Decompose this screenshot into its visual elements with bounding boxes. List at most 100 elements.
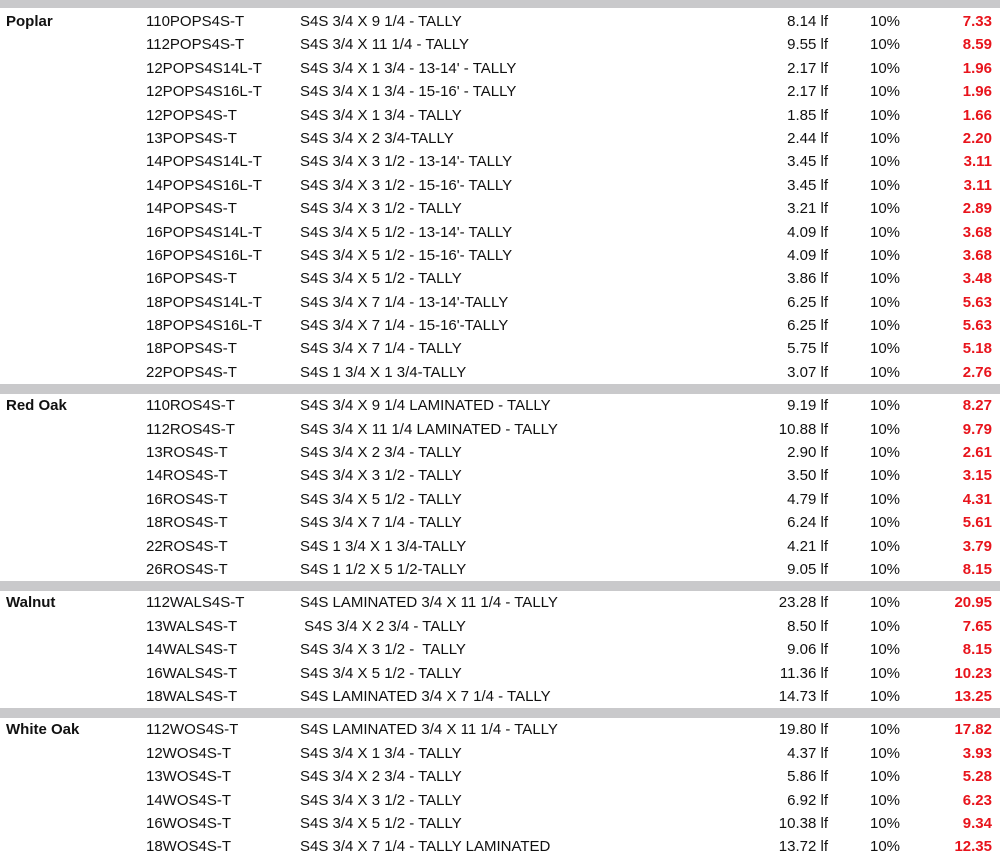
sale-price: 2.20 bbox=[962, 129, 992, 147]
category-label: Walnut bbox=[6, 594, 56, 612]
product-code: 14POPS4S16L-T bbox=[146, 176, 262, 194]
sale-price: 5.61 bbox=[962, 514, 992, 532]
sale-price: 13.25 bbox=[954, 687, 992, 705]
linear-foot-price: 6.24 lf bbox=[787, 514, 828, 532]
sale-price: 10.23 bbox=[954, 664, 992, 682]
table-row: 18WOS4S-T S4S 3/4 X 7 1/4 - TALLY LAMINAT… bbox=[0, 835, 1000, 858]
linear-foot-price: 23.28 lf bbox=[778, 594, 828, 612]
product-code: 18POPS4S16L-T bbox=[146, 317, 262, 335]
linear-foot-price: 2.90 lf bbox=[787, 444, 828, 462]
discount-percent: 10% bbox=[870, 594, 901, 612]
product-code: 13ROS4S-T bbox=[146, 444, 228, 462]
product-description: S4S 3/4 X 5 1/2 - 15-16'- TALLY bbox=[300, 246, 513, 264]
discount-percent: 10% bbox=[870, 444, 901, 462]
section-white-oak: White Oak 112WOS4S-T S4S LAMINATED 3/4 X 1… bbox=[0, 718, 1000, 858]
product-description: S4S 3/4 X 2 3/4 - TALLY bbox=[300, 768, 462, 786]
linear-foot-price: 6.25 lf bbox=[787, 317, 828, 335]
product-code: 22POPS4S-T bbox=[146, 363, 237, 381]
product-code: 12WOS4S-T bbox=[146, 744, 232, 762]
table-row: 18WALS4S-T S4S LAMINATED 3/4 X 7 1/4 - TA… bbox=[0, 685, 1000, 708]
discount-percent: 10% bbox=[870, 176, 901, 194]
sale-price: 1.66 bbox=[962, 106, 992, 124]
category-label: Poplar bbox=[6, 13, 53, 30]
product-description: S4S 1 1/2 X 5 1/2-TALLY bbox=[300, 560, 467, 578]
product-description: S4S 3/4 X 1 3/4 - 13-14' - TALLY bbox=[300, 59, 517, 77]
table-row: 12WOS4S-T S4S 3/4 X 1 3/4 - TALLY 4.37 lf 1… bbox=[0, 742, 1000, 765]
linear-foot-price: 9.55 lf bbox=[787, 36, 828, 54]
discount-percent: 10% bbox=[870, 687, 901, 705]
product-code: 16WOS4S-T bbox=[146, 814, 232, 832]
table-row: 16POPS4S16L-T S4S 3/4 X 5 1/2 - 15-16'- T… bbox=[0, 244, 1000, 267]
product-code: 16POPS4S-T bbox=[146, 270, 237, 288]
linear-foot-price: 3.50 lf bbox=[787, 467, 828, 485]
linear-foot-price: 6.92 lf bbox=[787, 791, 828, 809]
linear-foot-price: 4.37 lf bbox=[787, 744, 828, 762]
section-divider bbox=[0, 708, 1000, 719]
sale-price: 8.59 bbox=[962, 36, 992, 54]
product-code: 14WALS4S-T bbox=[146, 641, 238, 659]
linear-foot-price: 8.50 lf bbox=[787, 617, 828, 635]
linear-foot-price: 8.14 lf bbox=[787, 13, 828, 30]
sale-price: 1.96 bbox=[962, 83, 992, 101]
discount-percent: 10% bbox=[870, 617, 901, 635]
product-description: S4S 3/4 X 11 1/4 - TALLY bbox=[300, 36, 469, 54]
table-row: White Oak 112WOS4S-T S4S LAMINATED 3/4 X 1… bbox=[0, 718, 1000, 741]
sale-price: 3.11 bbox=[963, 153, 992, 171]
linear-foot-price: 4.09 lf bbox=[787, 223, 828, 241]
discount-percent: 10% bbox=[870, 814, 901, 832]
discount-percent: 10% bbox=[870, 317, 901, 335]
product-code: 112POPS4S-T bbox=[146, 36, 245, 54]
table-row: 16POPS4S-T S4S 3/4 X 5 1/2 - TALLY 3.86 lf… bbox=[0, 267, 1000, 290]
sale-price: 7.33 bbox=[962, 13, 992, 30]
section-poplar: Poplar 110POPS4S-T S4S 3/4 X 9 1/4 - TALLY… bbox=[0, 10, 1000, 384]
product-code: 112ROS4S-T bbox=[146, 420, 235, 438]
product-code: 26ROS4S-T bbox=[146, 560, 228, 578]
linear-foot-price: 10.88 lf bbox=[778, 420, 828, 438]
product-description: S4S 3/4 X 5 1/2 - TALLY bbox=[300, 270, 462, 288]
discount-percent: 10% bbox=[870, 270, 901, 288]
linear-foot-price: 9.19 lf bbox=[787, 397, 828, 415]
discount-percent: 10% bbox=[870, 537, 901, 555]
table-row: Red Oak 110ROS4S-T S4S 3/4 X 9 1/4 LAMINAT… bbox=[0, 394, 1000, 417]
table-row: 14ROS4S-T S4S 3/4 X 3 1/2 - TALLY 3.50 lf 1… bbox=[0, 464, 1000, 487]
table-row: 16ROS4S-T S4S 3/4 X 5 1/2 - TALLY 4.79 lf 1… bbox=[0, 488, 1000, 511]
table-row: 18POPS4S-T S4S 3/4 X 7 1/4 - TALLY 5.75 lf… bbox=[0, 337, 1000, 360]
discount-percent: 10% bbox=[870, 223, 901, 241]
sale-price: 5.28 bbox=[962, 768, 992, 786]
table-row: Walnut 112WALS4S-T S4S LAMINATED 3/4 X 11 … bbox=[0, 591, 1000, 614]
linear-foot-price: 2.17 lf bbox=[787, 59, 828, 77]
linear-foot-price: 9.05 lf bbox=[787, 560, 828, 578]
discount-percent: 10% bbox=[870, 363, 901, 381]
product-description: S4S 3/4 X 9 1/4 LAMINATED - TALLY bbox=[300, 397, 551, 415]
discount-percent: 10% bbox=[870, 36, 901, 54]
table-row: 13WOS4S-T S4S 3/4 X 2 3/4 - TALLY 5.86 lf 1… bbox=[0, 765, 1000, 788]
discount-percent: 10% bbox=[870, 340, 901, 358]
product-code: 18WOS4S-T bbox=[146, 838, 232, 856]
product-description: S4S 3/4 X 7 1/4 - TALLY bbox=[300, 340, 462, 358]
discount-percent: 10% bbox=[870, 129, 901, 147]
product-code: 14WOS4S-T bbox=[146, 791, 232, 809]
sale-price: 2.61 bbox=[962, 444, 992, 462]
table-row: Poplar 110POPS4S-T S4S 3/4 X 9 1/4 - TALLY… bbox=[0, 10, 1000, 33]
product-description: S4S 3/4 X 9 1/4 - TALLY bbox=[300, 13, 462, 30]
sale-price: 4.31 bbox=[962, 490, 992, 508]
product-code: 13WOS4S-T bbox=[146, 768, 232, 786]
sale-price: 12.35 bbox=[954, 838, 992, 856]
product-description: S4S 3/4 X 3 1/2 - TALLY bbox=[300, 200, 462, 218]
table-row: 14POPS4S-T S4S 3/4 X 3 1/2 - TALLY 3.21 lf… bbox=[0, 197, 1000, 220]
sale-price: 17.82 bbox=[954, 721, 992, 739]
product-description: S4S 3/4 X 7 1/4 - TALLY bbox=[300, 514, 462, 532]
table-row: 18POPS4S14L-T S4S 3/4 X 7 1/4 - 13-14'-TA… bbox=[0, 291, 1000, 314]
table-row: 14WOS4S-T S4S 3/4 X 3 1/2 - TALLY 6.92 lf 1… bbox=[0, 789, 1000, 812]
table-row: 14WALS4S-T S4S 3/4 X 3 1/2 - TALLY 9.06 lf… bbox=[0, 638, 1000, 661]
table-row: 112POPS4S-T S4S 3/4 X 11 1/4 - TALLY 9.55 … bbox=[0, 33, 1000, 56]
product-description: S4S 3/4 X 3 1/2 - TALLY bbox=[300, 641, 466, 659]
product-description: S4S 3/4 X 5 1/2 - TALLY bbox=[300, 490, 462, 508]
discount-percent: 10% bbox=[870, 246, 901, 264]
product-code: 12POPS4S-T bbox=[146, 106, 237, 124]
product-code: 13WALS4S-T bbox=[146, 617, 238, 635]
product-description: S4S 3/4 X 3 1/2 - TALLY bbox=[300, 467, 462, 485]
discount-percent: 10% bbox=[870, 791, 901, 809]
table-row: 22ROS4S-T S4S 1 3/4 X 1 3/4-TALLY 4.21 lf 1… bbox=[0, 535, 1000, 558]
table-row: 22POPS4S-T S4S 1 3/4 X 1 3/4-TALLY 3.07 lf… bbox=[0, 361, 1000, 384]
